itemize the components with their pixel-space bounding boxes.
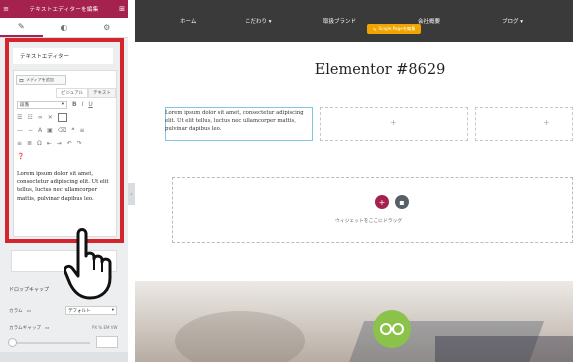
elementor-panel: ≡ テキストエディターを編集 ⊞ ✎ ◐ ⚙ テキストエディター 🎞 メディアを… — [0, 0, 128, 362]
pencil-icon: ✎ — [17, 22, 25, 31]
add-widget-icon[interactable]: + — [543, 118, 550, 127]
nav-item-blog[interactable]: ブログ ▾ — [502, 17, 523, 25]
page-preview: ホーム こだわり ▾ 取扱ブランド 会社概要 ブログ ▾ ✎ Single Pa… — [135, 0, 573, 362]
add-widget-icon[interactable]: + — [390, 118, 397, 127]
chevron-down-icon: ▾ — [111, 308, 114, 313]
folder-icon: ▪ — [399, 197, 405, 207]
gear-icon: ⚙ — [103, 23, 111, 32]
glasses-icon — [380, 323, 404, 335]
site-logo — [373, 310, 411, 348]
screen: ≡ テキストエディターを編集 ⊞ ✎ ◐ ⚙ テキストエディター 🎞 メディアを… — [0, 0, 573, 362]
pencil-icon: ✎ — [373, 26, 377, 32]
column-gap-row: カラムギャップ ▭ — [9, 325, 50, 332]
badge-label: Single Pageを編集 — [378, 26, 416, 31]
chevron-left-icon: ‹ — [130, 190, 133, 198]
nav-item-brands[interactable]: 取扱ブランド — [323, 17, 356, 25]
drop-cap-label[interactable]: ドロップキャップ — [9, 286, 49, 293]
column-gap-label: カラムギャップ — [9, 326, 42, 331]
columns-select[interactable]: デフォルト ▾ — [65, 306, 117, 315]
panel-footer — [0, 352, 128, 362]
contrast-icon: ◐ — [60, 23, 68, 32]
unit-selector[interactable]: PX % EM VW — [92, 325, 117, 330]
menu-icon[interactable]: ≡ — [0, 5, 12, 13]
column-3[interactable] — [475, 107, 573, 141]
add-template-button[interactable]: ▪ — [395, 195, 409, 209]
tab-content[interactable]: ✎ — [0, 18, 43, 37]
column-gap-slider[interactable] — [12, 342, 90, 344]
column-text[interactable]: Lorem ipsum dolor sit amet, consectetur … — [165, 110, 307, 134]
columns-label: カラム — [9, 309, 23, 314]
panel-header: ≡ テキストエディターを編集 ⊞ — [0, 0, 128, 18]
panel-title: テキストエディターを編集 — [29, 7, 99, 13]
slider-handle[interactable] — [8, 338, 17, 347]
drop-hint: ウィジェットをここにドラッグ — [335, 219, 403, 224]
hero-image — [135, 281, 573, 362]
site-navigation: ホーム こだわり ▾ 取扱ブランド 会社概要 ブログ ▾ ✎ Single Pa… — [135, 0, 573, 42]
hero-shape — [435, 336, 573, 362]
nav-item-company[interactable]: 会社概要 — [418, 17, 440, 25]
tab-advanced[interactable]: ⚙ — [85, 18, 128, 37]
page-title: Elementor #8629 — [314, 62, 446, 78]
pointing-hand-icon — [64, 228, 112, 300]
highlight-frame — [5, 38, 124, 243]
desktop-icon: ▭ — [26, 308, 31, 314]
panel-tabs: ✎ ◐ ⚙ — [0, 18, 128, 38]
tab-style[interactable]: ◐ — [43, 18, 86, 37]
widgets-grid-icon[interactable]: ⊞ — [116, 5, 128, 13]
nav-item-home[interactable]: ホーム — [180, 17, 196, 25]
columns-row: カラム ▭ — [9, 308, 31, 315]
plus-icon: + — [378, 197, 386, 207]
widget-drop-zone[interactable] — [172, 177, 573, 243]
add-section-button[interactable]: + — [375, 195, 389, 209]
nav-item-kodawari[interactable]: こだわり ▾ — [245, 17, 272, 25]
column-gap-input[interactable] — [96, 336, 118, 348]
desktop-icon: ▭ — [45, 325, 50, 331]
collapse-panel-handle[interactable]: ‹ — [128, 183, 135, 205]
hero-shape — [175, 311, 305, 362]
columns-value: デフォルト — [68, 308, 91, 314]
edit-single-page-badge[interactable]: ✎ Single Pageを編集 — [367, 24, 422, 34]
